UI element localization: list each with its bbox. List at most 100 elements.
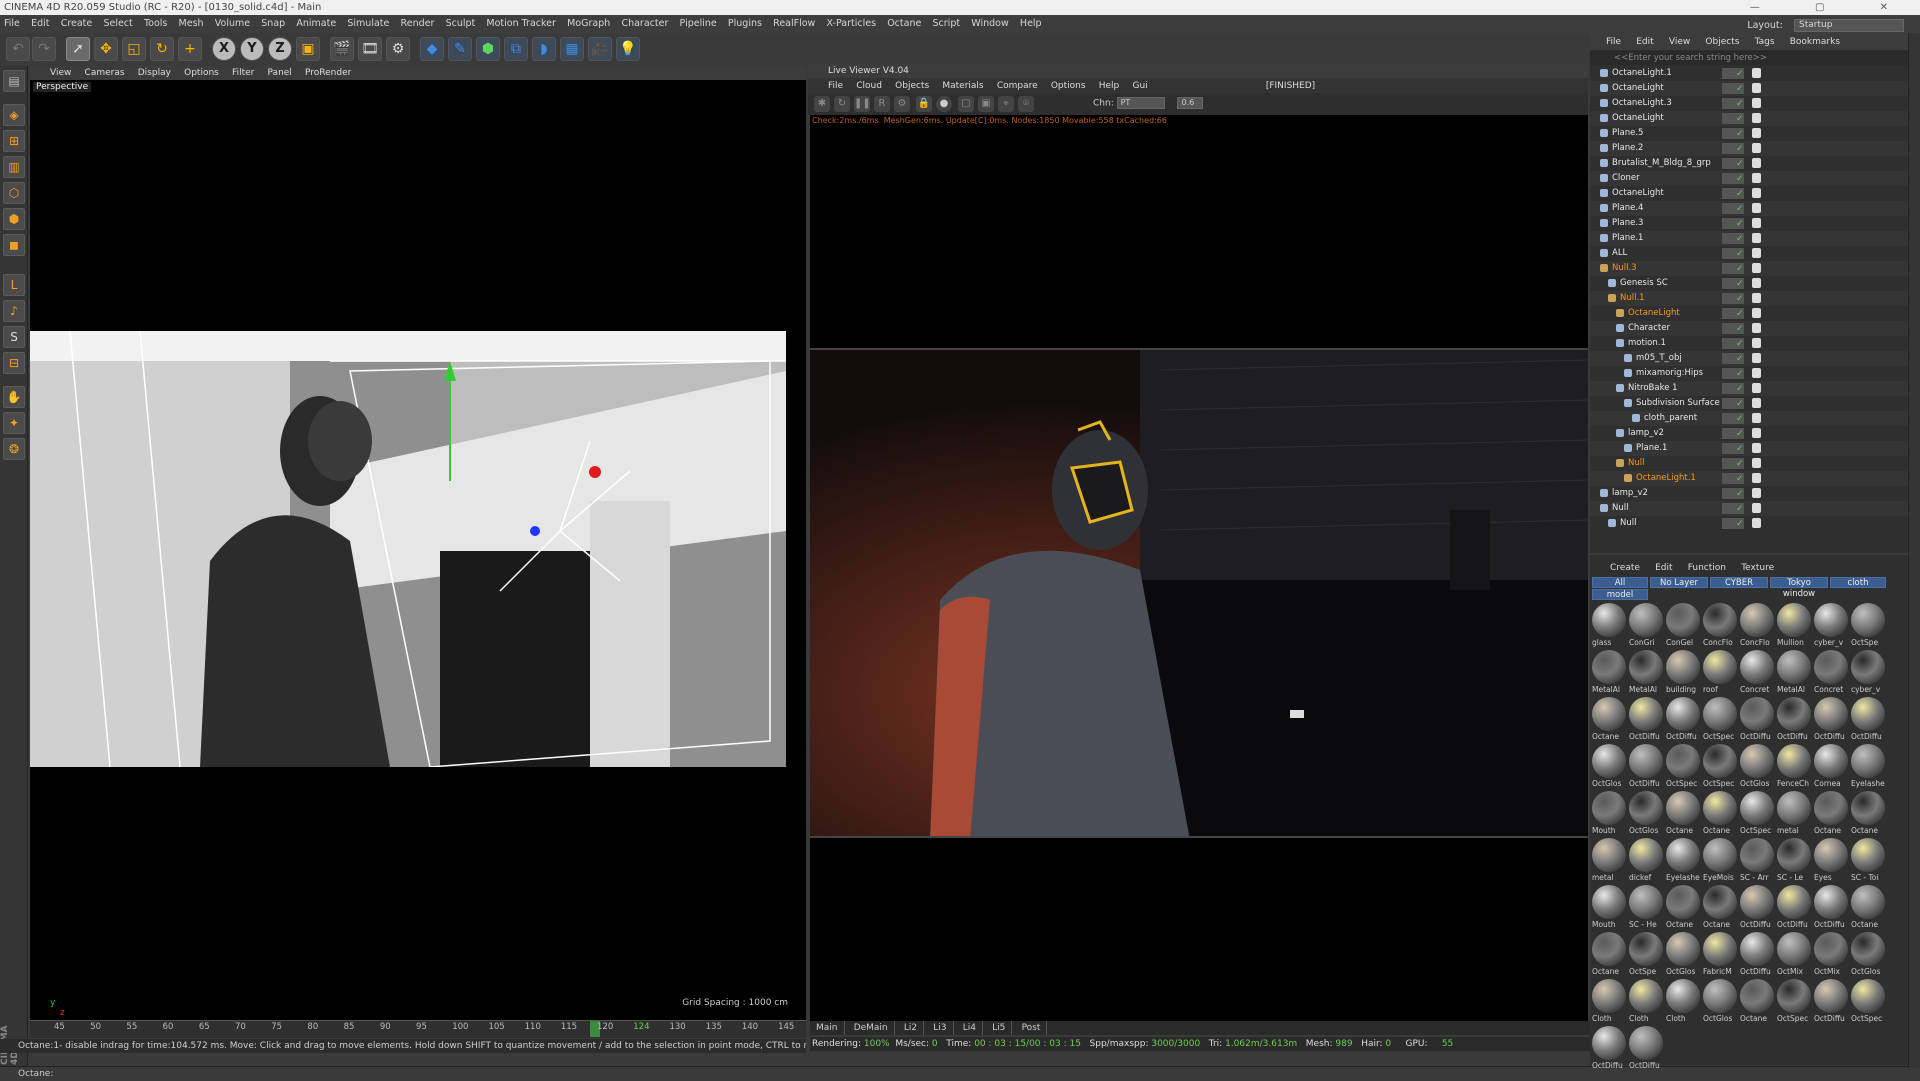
material-swatch[interactable]: ConGel: [1666, 603, 1700, 649]
material-swatch[interactable]: FabricM: [1703, 932, 1737, 978]
lv-menu-help[interactable]: Help: [1099, 81, 1120, 91]
material-swatch[interactable]: Concret: [1814, 650, 1848, 696]
camera-icon[interactable]: 🎥: [588, 37, 612, 61]
object-row[interactable]: Null.3 ✓: [1590, 261, 1908, 276]
lv-menu-gui[interactable]: Gui: [1132, 81, 1147, 91]
om-menu-edit[interactable]: Edit: [1636, 37, 1653, 47]
material-swatch[interactable]: FenceCh: [1777, 744, 1811, 790]
scale-tool-icon[interactable]: ◱: [122, 37, 146, 61]
save-image-icon[interactable]: ▣: [978, 96, 994, 112]
viewport-menu-prorender[interactable]: ProRender: [305, 68, 351, 78]
object-tag-icon[interactable]: [1752, 248, 1761, 258]
material-swatch[interactable]: Octane: [1851, 791, 1885, 837]
material-swatch[interactable]: OctDiffu: [1777, 885, 1811, 931]
material-swatch[interactable]: OctMix: [1814, 932, 1848, 978]
restart-render-icon[interactable]: ↻: [834, 96, 850, 112]
right-side-tabs[interactable]: [1908, 33, 1920, 1068]
object-tag-icon[interactable]: [1752, 83, 1761, 93]
om-menu-objects[interactable]: Objects: [1705, 37, 1739, 47]
object-tag-icon[interactable]: [1752, 263, 1761, 273]
sculpt-icon[interactable]: ✦: [3, 412, 25, 434]
layer-tab-tokyo-window[interactable]: Tokyo window: [1770, 577, 1828, 599]
menu-file[interactable]: File: [4, 18, 20, 29]
material-swatch[interactable]: OctMix: [1777, 932, 1811, 978]
object-tag-icon[interactable]: [1752, 338, 1761, 348]
material-swatch[interactable]: Cloth: [1666, 979, 1700, 1025]
object-row[interactable]: Null ✓: [1590, 456, 1908, 471]
material-swatch[interactable]: OctGlos: [1851, 932, 1885, 978]
menu-select[interactable]: Select: [103, 18, 132, 29]
material-swatch[interactable]: OctDiffu: [1740, 932, 1774, 978]
enabled-check-icon[interactable]: ✓: [1736, 442, 1744, 457]
material-swatch[interactable]: OctSpe: [1851, 603, 1885, 649]
enabled-check-icon[interactable]: ✓: [1736, 187, 1744, 202]
enabled-check-icon[interactable]: ✓: [1736, 517, 1744, 532]
enabled-check-icon[interactable]: ✓: [1736, 307, 1744, 322]
object-tag-icon[interactable]: [1752, 128, 1761, 138]
redo-icon[interactable]: ↷: [32, 37, 56, 61]
menu-window[interactable]: Window: [971, 18, 1008, 29]
mm-menu-edit[interactable]: Edit: [1655, 563, 1672, 573]
enabled-check-icon[interactable]: ✓: [1736, 472, 1744, 487]
grease-pencil-icon[interactable]: ✋: [3, 386, 25, 408]
material-swatch[interactable]: Octane: [1814, 791, 1848, 837]
object-row[interactable]: OctaneLight.1 ✓: [1590, 66, 1908, 81]
pause-render-icon[interactable]: ❚❚: [854, 96, 871, 112]
object-tag-icon[interactable]: [1752, 383, 1761, 393]
enabled-check-icon[interactable]: ✓: [1736, 232, 1744, 247]
menu-snap[interactable]: Snap: [261, 18, 285, 29]
material-swatch[interactable]: OctDiffu: [1851, 697, 1885, 743]
tweak-icon[interactable]: ♪: [3, 300, 25, 322]
live-select-icon[interactable]: +: [178, 37, 202, 61]
lv-tab-main[interactable]: Main: [810, 1021, 845, 1035]
viewport-menu-panel[interactable]: Panel: [268, 68, 292, 78]
material-swatch[interactable]: OctSpec: [1666, 744, 1700, 790]
object-tag-icon[interactable]: [1752, 278, 1761, 288]
array-icon[interactable]: ⧉: [504, 37, 528, 61]
material-swatch[interactable]: OctDiffu: [1814, 885, 1848, 931]
enabled-check-icon[interactable]: ✓: [1736, 292, 1744, 307]
om-menu-tags[interactable]: Tags: [1755, 37, 1775, 47]
layout-dropdown[interactable]: Startup: [1794, 18, 1904, 32]
mm-menu-function[interactable]: Function: [1688, 563, 1726, 573]
enabled-check-icon[interactable]: ✓: [1736, 367, 1744, 382]
material-swatch[interactable]: OctDiffu: [1592, 1026, 1626, 1072]
enabled-check-icon[interactable]: ✓: [1736, 112, 1744, 127]
move-tool-icon[interactable]: ✥: [94, 37, 118, 61]
menu-mesh[interactable]: Mesh: [179, 18, 204, 29]
menu-simulate[interactable]: Simulate: [347, 18, 389, 29]
menu-mograph[interactable]: MoGraph: [567, 18, 610, 29]
material-swatch[interactable]: Octane: [1703, 791, 1737, 837]
object-tag-icon[interactable]: [1752, 428, 1761, 438]
object-row[interactable]: Plane.1 ✓: [1590, 441, 1908, 456]
undo-icon[interactable]: ↶: [6, 37, 30, 61]
object-tag-icon[interactable]: [1752, 218, 1761, 228]
x-axis-lock-icon[interactable]: X: [212, 37, 236, 61]
object-tag-icon[interactable]: [1752, 173, 1761, 183]
object-tag-icon[interactable]: [1752, 323, 1761, 333]
lv-tab-li3[interactable]: Li3: [927, 1021, 954, 1035]
object-tag-icon[interactable]: [1752, 143, 1761, 153]
object-tag-icon[interactable]: [1752, 98, 1761, 108]
object-tag-icon[interactable]: [1752, 188, 1761, 198]
om-menu-file[interactable]: File: [1606, 37, 1621, 47]
deformer-icon[interactable]: ◗: [532, 37, 556, 61]
object-tag-icon[interactable]: [1752, 473, 1761, 483]
material-swatch[interactable]: OctDiffu: [1814, 697, 1848, 743]
enabled-check-icon[interactable]: ✓: [1736, 502, 1744, 517]
viewport-menu-filter[interactable]: Filter: [232, 68, 254, 78]
enabled-check-icon[interactable]: ✓: [1736, 202, 1744, 217]
subdivision-icon[interactable]: ⬢: [476, 37, 500, 61]
material-swatch[interactable]: ConcFlo: [1740, 603, 1774, 649]
enabled-check-icon[interactable]: ✓: [1736, 127, 1744, 142]
enabled-check-icon[interactable]: ✓: [1736, 457, 1744, 472]
layer-tab-cyber[interactable]: CYBER: [1710, 577, 1768, 588]
object-row[interactable]: Plane.4 ✓: [1590, 201, 1908, 216]
material-swatch[interactable]: Eyelashe: [1851, 744, 1885, 790]
material-swatch[interactable]: OctSpec: [1851, 979, 1885, 1025]
enabled-check-icon[interactable]: ✓: [1736, 97, 1744, 112]
material-swatch[interactable]: OctGlos: [1740, 744, 1774, 790]
enabled-check-icon[interactable]: ✓: [1736, 82, 1744, 97]
material-swatch[interactable]: OctGlos: [1666, 932, 1700, 978]
layer-tab-all[interactable]: All: [1592, 577, 1648, 588]
